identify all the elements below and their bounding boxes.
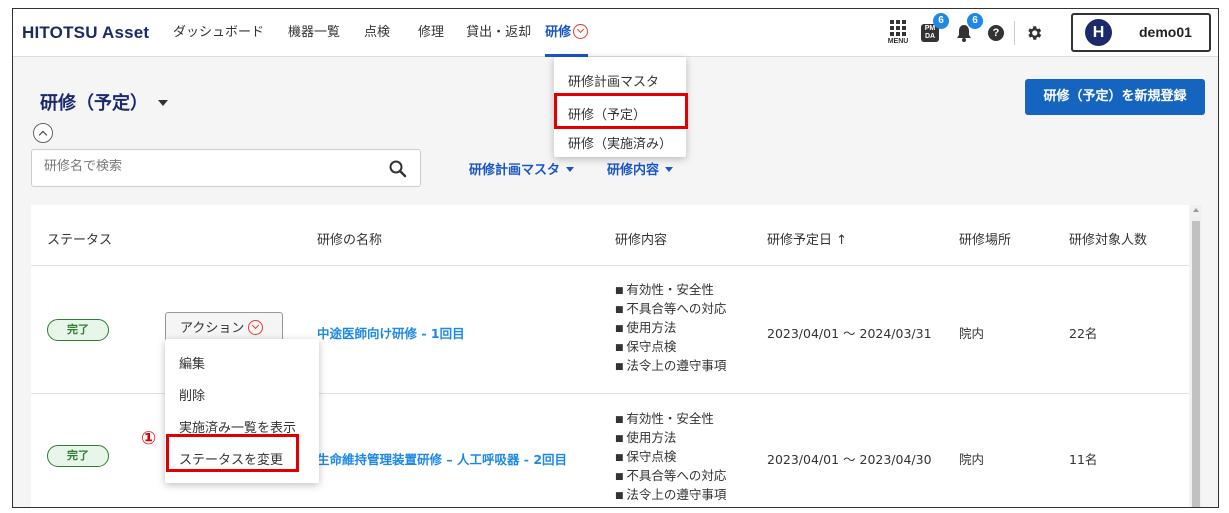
header-place[interactable]: 研修場所 — [959, 229, 1011, 248]
chevron-down-icon — [248, 320, 264, 335]
status-badge: 完了 — [47, 445, 109, 467]
page-title-text: 研修（予定） — [40, 93, 148, 114]
training-date: 2023/04/01 ～ 2024/03/31 — [767, 326, 932, 341]
header-status[interactable]: ステータス — [47, 229, 112, 248]
menu-label: MENU — [887, 38, 909, 45]
username: demo01 — [1139, 24, 1192, 40]
nav-dashboard[interactable]: ダッシュボード — [173, 9, 264, 57]
nav-inspection[interactable]: 点検 — [364, 9, 390, 57]
menu-completed[interactable]: 研修（実施済み） — [568, 133, 672, 152]
filter-plan-master[interactable]: 研修計画マスタ — [469, 159, 575, 178]
header-divider — [1014, 21, 1015, 45]
highlight-box — [166, 434, 299, 472]
search-box — [31, 149, 421, 187]
caret-down-icon — [665, 167, 674, 172]
nav-repair[interactable]: 修理 — [418, 9, 444, 57]
apps-grid-icon — [890, 20, 906, 36]
training-content-list: 有効性・安全性 不具合等への対応 使用方法 保守点検 法令上の遵守事項 — [615, 281, 726, 376]
scroll-up-icon[interactable] — [1193, 208, 1199, 212]
user-menu[interactable]: H demo01 — [1071, 13, 1211, 52]
filter-plan-master-label: 研修計画マスタ — [469, 163, 561, 178]
gear-icon[interactable] — [1025, 24, 1043, 42]
training-name-link[interactable]: 中途医師向け研修 - 1回目 — [317, 323, 465, 342]
nav-training-label: 研修 — [545, 25, 572, 40]
filter-content-label: 研修内容 — [607, 163, 660, 178]
nav-lending[interactable]: 貸出・返却 — [466, 9, 531, 57]
notification-badge: 6 — [967, 13, 983, 29]
status-badge: 完了 — [47, 319, 109, 341]
action-delete[interactable]: 削除 — [179, 385, 205, 404]
avatar: H — [1085, 19, 1112, 46]
pmda-badge: 6 — [933, 13, 949, 29]
app-logo[interactable]: HITOTSU Asset — [22, 23, 149, 43]
help-icon[interactable]: ? — [988, 25, 1004, 41]
header-name[interactable]: 研修の名称 — [317, 229, 382, 248]
training-count: 11名 — [1069, 452, 1098, 467]
nav-training[interactable]: 研修 — [545, 9, 589, 57]
new-training-button[interactable]: 研修（予定）を新規登録 — [1025, 79, 1205, 115]
main-nav: ダッシュボード 機器一覧 点検 修理 貸出・返却 研修 — [173, 9, 612, 57]
action-button-label: アクション — [180, 321, 245, 336]
training-content-list: 有効性・安全性 使用方法 保守点検 不具合等への対応 法令上の遵守事項 — [615, 410, 726, 505]
action-edit[interactable]: 編集 — [179, 353, 205, 372]
app-window: HITOTSU Asset ダッシュボード 機器一覧 点検 修理 貸出・返却 研… — [12, 8, 1219, 508]
content-item: 不具合等への対応 — [615, 467, 726, 486]
content-item: 保守点検 — [615, 338, 726, 357]
highlight-box — [554, 93, 688, 129]
table-scrollbar[interactable] — [1190, 205, 1202, 507]
training-place: 院内 — [959, 326, 985, 341]
page-title[interactable]: 研修（予定） — [40, 89, 168, 115]
content-item: 使用方法 — [615, 319, 726, 338]
content-item: 不具合等への対応 — [615, 300, 726, 319]
training-count: 22名 — [1069, 326, 1098, 341]
search-input[interactable] — [44, 159, 364, 174]
filter-content[interactable]: 研修内容 — [607, 159, 674, 178]
nav-equipment-list[interactable]: 機器一覧 — [288, 9, 340, 57]
header-content[interactable]: 研修内容 — [615, 229, 667, 248]
top-navbar: HITOTSU Asset ダッシュボード 機器一覧 点検 修理 貸出・返却 研… — [13, 9, 1218, 57]
content-item: 有効性・安全性 — [615, 281, 726, 300]
row-divider — [31, 265, 1189, 266]
caret-down-icon — [158, 100, 168, 106]
caret-down-icon — [566, 167, 575, 172]
menu-button[interactable]: MENU — [883, 20, 913, 45]
content-item: 使用方法 — [615, 429, 726, 448]
search-icon[interactable] — [388, 159, 408, 179]
header-date[interactable]: 研修予定日 ↑ — [767, 229, 847, 248]
collapse-icon[interactable] — [33, 123, 53, 143]
scrollbar-thumb[interactable] — [1192, 221, 1200, 507]
content-item: 保守点検 — [615, 448, 726, 467]
content-item: 法令上の遵守事項 — [615, 357, 726, 376]
content-item: 有効性・安全性 — [615, 410, 726, 429]
menu-plan-master[interactable]: 研修計画マスタ — [568, 71, 659, 90]
step-marker: ① — [141, 428, 157, 449]
training-name-link[interactable]: 生命維持管理装置研修 – 人工呼吸器 - 2回目 — [317, 449, 567, 468]
header-count[interactable]: 研修対象人数 — [1069, 229, 1147, 248]
content-item: 法令上の遵守事項 — [615, 486, 726, 505]
chevron-down-icon — [573, 24, 589, 39]
training-date: 2023/04/01 ～ 2023/04/30 — [767, 452, 932, 467]
training-place: 院内 — [959, 452, 985, 467]
